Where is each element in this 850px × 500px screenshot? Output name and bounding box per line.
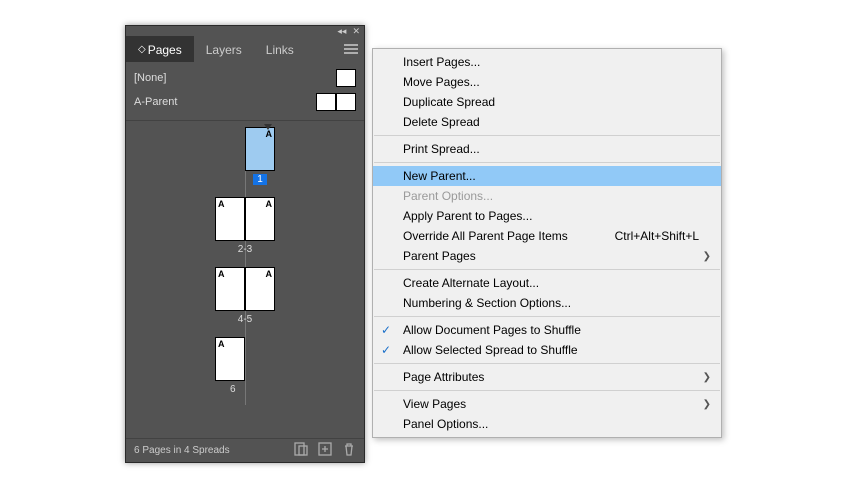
check-icon: ✓ xyxy=(381,323,391,337)
page-4-master: A xyxy=(218,269,225,279)
delete-page-icon[interactable] xyxy=(342,442,356,459)
tab-pages[interactable]: ◇ Pages xyxy=(126,36,194,62)
menu-separator xyxy=(374,390,720,391)
master-a-thumb-left xyxy=(316,93,336,111)
menu-apply-parent[interactable]: Apply Parent to Pages... xyxy=(373,206,721,226)
menu-insert-pages[interactable]: Insert Pages... xyxy=(373,52,721,72)
menu-parent-options: Parent Options... xyxy=(373,186,721,206)
tab-layers-label: Layers xyxy=(206,43,242,57)
page-2-master: A xyxy=(218,199,225,209)
footer-status: 6 Pages in 4 Spreads xyxy=(134,445,230,456)
menu-separator xyxy=(374,363,720,364)
menu-numbering-section-options[interactable]: Numbering & Section Options... xyxy=(373,293,721,313)
flyout-menu-button[interactable] xyxy=(338,36,364,62)
pages-panel: ◂◂ ✕ ◇ Pages Layers Links [None] A-Paren… xyxy=(125,25,365,463)
page-6[interactable]: A xyxy=(215,337,245,381)
menu-override-parent-items[interactable]: Override All Parent Page Items Ctrl+Alt+… xyxy=(373,226,721,246)
panel-footer: 6 Pages in 4 Spreads xyxy=(126,438,364,462)
menu-delete-spread[interactable]: Delete Spread xyxy=(373,112,721,132)
menu-override-shortcut: Ctrl+Alt+Shift+L xyxy=(615,229,699,243)
page-1[interactable]: A xyxy=(245,127,275,171)
spread-6[interactable]: A 6 xyxy=(215,337,245,395)
menu-separator xyxy=(374,269,720,270)
chevron-right-icon: ❯ xyxy=(703,372,711,383)
page-5[interactable]: A xyxy=(245,267,275,311)
page-3[interactable]: A xyxy=(245,197,275,241)
close-icon[interactable]: ✕ xyxy=(352,27,360,36)
menu-parent-pages[interactable]: Parent Pages ❯ xyxy=(373,246,721,266)
collapse-icon[interactable]: ◂◂ xyxy=(337,27,346,36)
menu-separator xyxy=(374,162,720,163)
menu-move-pages[interactable]: Move Pages... xyxy=(373,72,721,92)
pages-4-5-number: 4-5 xyxy=(238,314,252,325)
panel-tabbar: ◇ Pages Layers Links xyxy=(126,36,364,62)
menu-separator xyxy=(374,316,720,317)
check-icon: ✓ xyxy=(381,343,391,357)
menu-panel-options[interactable]: Panel Options... xyxy=(373,414,721,434)
tab-links-label: Links xyxy=(266,43,294,57)
tab-pages-label: Pages xyxy=(148,43,182,57)
menu-new-parent[interactable]: New Parent... xyxy=(373,166,721,186)
page-3-master: A xyxy=(266,199,273,209)
masters-section: [None] A-Parent xyxy=(126,62,364,121)
pages-2-3-number: 2-3 xyxy=(238,244,252,255)
master-none[interactable]: [None] xyxy=(126,66,364,90)
chevron-right-icon: ❯ xyxy=(703,399,711,410)
menu-allow-spread-shuffle[interactable]: ✓ Allow Selected Spread to Shuffle xyxy=(373,340,721,360)
tab-layers[interactable]: Layers xyxy=(194,36,254,62)
master-a-parent-label: A-Parent xyxy=(134,96,177,108)
page-1-number: 1 xyxy=(253,174,267,185)
panel-body: [None] A-Parent A xyxy=(126,62,364,438)
pages-section: A 1 A A 2-3 A A 4-5 xyxy=(126,121,364,411)
menu-page-attributes[interactable]: Page Attributes ❯ xyxy=(373,367,721,387)
tab-links[interactable]: Links xyxy=(254,36,306,62)
menu-print-spread[interactable]: Print Spread... xyxy=(373,139,721,159)
chevron-right-icon: ❯ xyxy=(703,251,711,262)
master-a-parent[interactable]: A-Parent xyxy=(126,90,364,114)
spread-1[interactable]: A 1 xyxy=(245,127,275,185)
page-6-number: 6 xyxy=(230,384,236,395)
panel-topbar: ◂◂ ✕ xyxy=(126,26,364,36)
page-4[interactable]: A xyxy=(215,267,245,311)
page-2[interactable]: A xyxy=(215,197,245,241)
master-none-label: [None] xyxy=(134,72,166,84)
menu-create-alternate-layout[interactable]: Create Alternate Layout... xyxy=(373,273,721,293)
updown-icon: ◇ xyxy=(138,44,144,55)
master-none-thumb xyxy=(336,69,356,87)
page-1-master: A xyxy=(266,129,273,139)
edit-page-size-icon[interactable] xyxy=(294,442,308,459)
page-5-master: A xyxy=(266,269,273,279)
menu-allow-doc-shuffle[interactable]: ✓ Allow Document Pages to Shuffle xyxy=(373,320,721,340)
page-6-master: A xyxy=(218,339,225,349)
menu-duplicate-spread[interactable]: Duplicate Spread xyxy=(373,92,721,112)
master-a-thumb-right xyxy=(336,93,356,111)
spread-4-5[interactable]: A A 4-5 xyxy=(215,267,275,325)
menu-view-pages[interactable]: View Pages ❯ xyxy=(373,394,721,414)
new-page-icon[interactable] xyxy=(318,442,332,459)
caret-icon xyxy=(264,122,272,128)
menu-separator xyxy=(374,135,720,136)
spread-2-3[interactable]: A A 2-3 xyxy=(215,197,275,255)
pages-flyout-menu: Insert Pages... Move Pages... Duplicate … xyxy=(372,48,722,438)
